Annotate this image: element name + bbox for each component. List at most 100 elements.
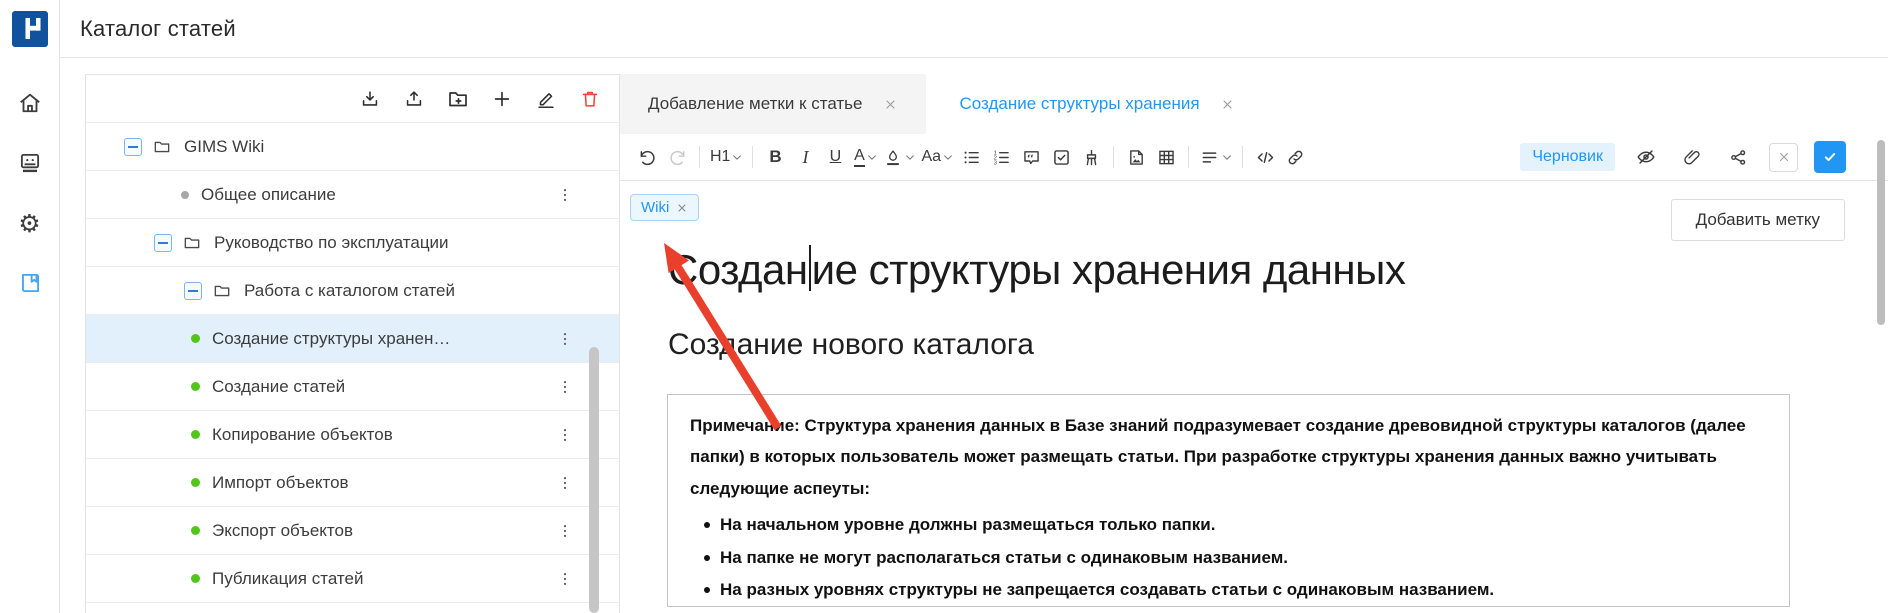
link-icon[interactable] [1280, 141, 1310, 173]
published-dot-icon [191, 526, 200, 535]
redo-icon[interactable] [662, 141, 692, 173]
share-icon[interactable] [1723, 141, 1753, 173]
highlight-color-dropdown[interactable] [880, 141, 918, 173]
numbered-list-icon[interactable]: 1 2 3 [986, 141, 1016, 173]
tab-storage-structure[interactable]: Создание структуры хранения [932, 74, 1263, 134]
editor-scrollbar[interactable] [1877, 140, 1885, 325]
kebab-menu-icon[interactable] [555, 568, 575, 590]
checkbox-icon[interactable] [1046, 141, 1076, 173]
attachment-paperclip-icon[interactable] [1677, 141, 1707, 173]
letter-case-dropdown[interactable]: Aa [918, 141, 956, 173]
code-icon[interactable] [1250, 141, 1280, 173]
tree-toolbar [86, 75, 619, 123]
app-root: ⚙ Каталог статей [0, 0, 1888, 613]
tree-item-label: Общее описание [201, 185, 336, 205]
kebab-menu-icon[interactable] [555, 376, 575, 398]
underline-button[interactable]: U [820, 141, 850, 173]
settings-gear-icon[interactable]: ⚙ [14, 207, 46, 239]
heading-style-dropdown[interactable]: H1 [707, 141, 745, 173]
home-icon[interactable] [14, 87, 46, 119]
chevron-down-icon [1222, 154, 1232, 161]
italic-button[interactable]: I [790, 141, 820, 173]
draft-dot-icon [181, 191, 189, 199]
tree-row[interactable]: Экспорт объектов [86, 507, 619, 555]
edit-pencil-icon[interactable] [531, 84, 561, 114]
tree-row[interactable]: Работа с каталогом статей [86, 267, 619, 315]
add-icon[interactable] [487, 84, 517, 114]
kebab-menu-icon[interactable] [555, 184, 575, 206]
tree-row[interactable]: Создание статей [86, 363, 619, 411]
tree-row[interactable]: Руководство по эксплуатации [86, 219, 619, 267]
tree-item-label: Копирование объектов [212, 425, 393, 445]
collapse-minus-icon[interactable] [154, 234, 172, 252]
align-dropdown[interactable] [1196, 141, 1235, 173]
bold-button[interactable]: B [760, 141, 790, 173]
letter-case-label: Aa [921, 148, 941, 166]
published-dot-icon [191, 478, 200, 487]
close-editor-button[interactable] [1769, 143, 1798, 172]
tree-row[interactable]: Публикация статей [86, 555, 619, 603]
published-dot-icon [191, 382, 200, 391]
chevron-down-icon [867, 154, 877, 161]
published-dot-icon [191, 430, 200, 439]
tag-chip-wiki[interactable]: Wiki [630, 194, 699, 221]
close-icon[interactable] [1220, 97, 1235, 112]
published-dot-icon [191, 574, 200, 583]
italic-label: I [802, 147, 808, 168]
format-brush-icon[interactable] [1076, 141, 1106, 173]
kebab-menu-icon[interactable] [555, 424, 575, 446]
tab-label: Добавление метки к статье [648, 94, 863, 114]
download-icon[interactable] [355, 84, 385, 114]
delete-trash-icon[interactable] [575, 84, 605, 114]
knowledge-base-book-icon[interactable] [14, 267, 46, 299]
collapse-minus-icon[interactable] [124, 138, 142, 156]
note-bullet: На разных уровнях структуры не запрещает… [690, 579, 1767, 600]
article-subtitle[interactable]: Создание нового каталога [668, 328, 1034, 362]
tab-add-label-to-article[interactable]: Добавление метки к статье [620, 74, 926, 134]
insert-table-icon[interactable] [1151, 141, 1181, 173]
text-color-dropdown[interactable]: A [850, 141, 880, 173]
tree-row[interactable]: Копирование объектов [86, 411, 619, 459]
eye-off-icon[interactable] [1631, 141, 1661, 173]
tree-rows: GIMS Wiki Общее описание Руководство по эк… [86, 123, 619, 603]
tree-item-label: Экспорт объектов [212, 521, 353, 541]
tree-item-label: GIMS Wiki [184, 137, 264, 157]
editor-content[interactable]: Wiki Добавить метку Создание структуры х… [620, 181, 1888, 613]
bullet-list-icon[interactable] [956, 141, 986, 173]
folder-icon [182, 233, 202, 253]
left-rail: ⚙ [0, 0, 60, 613]
new-folder-icon[interactable] [443, 84, 473, 114]
terminal-icon[interactable] [14, 147, 46, 179]
note-bullet: На папке не могут располагаться статьи с… [690, 547, 1767, 568]
article-title[interactable]: Создание структуры хранения данных [668, 245, 1405, 294]
heading-style-label: H1 [710, 148, 730, 166]
tree-row[interactable]: Создание структуры хранен… [86, 315, 619, 363]
tree-row[interactable]: GIMS Wiki [86, 123, 619, 171]
tree-row[interactable]: Импорт объектов [86, 459, 619, 507]
tree-row[interactable]: Общее описание [86, 171, 619, 219]
bold-label: B [769, 147, 781, 167]
add-label-button[interactable]: Добавить метку [1671, 199, 1845, 241]
chevron-down-icon [732, 154, 742, 161]
title-text: ие структуры хранения данных [812, 246, 1406, 293]
tree-item-label: Импорт объектов [212, 473, 349, 493]
tab-label: Создание структуры хранения [960, 94, 1200, 114]
save-check-button[interactable] [1814, 141, 1846, 173]
tree-scrollbar[interactable] [589, 347, 599, 613]
close-icon[interactable] [883, 97, 898, 112]
kebab-menu-icon[interactable] [555, 520, 575, 542]
kebab-menu-icon[interactable] [555, 472, 575, 494]
insert-image-icon[interactable] [1121, 141, 1151, 173]
app-logo-icon[interactable] [12, 11, 48, 47]
tag-chip-label: Wiki [641, 199, 669, 216]
remove-tag-icon[interactable] [676, 202, 688, 214]
note-text: Примечание: Структура хранения данных в … [690, 410, 1767, 504]
upload-icon[interactable] [399, 84, 429, 114]
text-color-label: A [854, 147, 865, 167]
kebab-menu-icon[interactable] [555, 328, 575, 350]
collapse-minus-icon[interactable] [184, 282, 202, 300]
tree-item-label: Создание статей [212, 377, 345, 397]
undo-icon[interactable] [632, 141, 662, 173]
quote-bubble-icon[interactable] [1016, 141, 1046, 173]
text-caret [809, 245, 811, 291]
